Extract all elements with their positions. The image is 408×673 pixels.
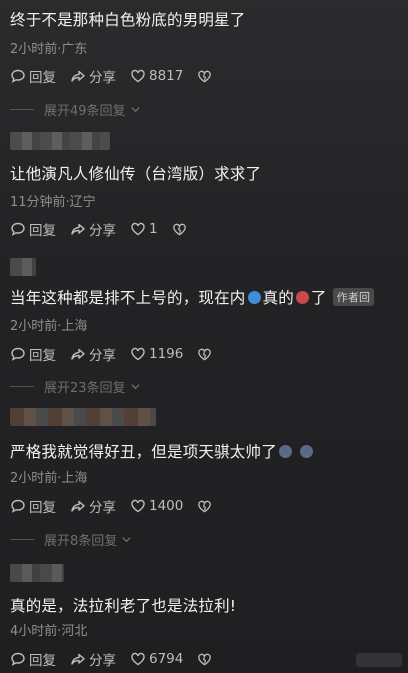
dislike-button[interactable] xyxy=(197,652,215,667)
divider-line xyxy=(10,386,34,387)
dislike-button[interactable] xyxy=(197,499,215,514)
comment-text-part: 真的 xyxy=(262,289,294,307)
heart-icon xyxy=(131,652,145,666)
fish-emoji-icon xyxy=(247,291,261,304)
watermark-logo xyxy=(356,653,402,667)
broken-heart-icon xyxy=(198,348,212,360)
share-button[interactable]: 分享 xyxy=(70,496,116,516)
comment-text-part: 了 xyxy=(310,289,327,307)
chevron-down-icon xyxy=(130,107,140,113)
share-label: 分享 xyxy=(89,653,116,669)
share-arrow-icon xyxy=(71,223,85,235)
like-count: 6794 xyxy=(149,651,184,667)
like-count: 1400 xyxy=(149,498,184,514)
expand-replies-button[interactable]: 展开23条回复 xyxy=(10,377,141,396)
comment-text-part: 严格我就觉得好丑，但是项天骐太帅了 xyxy=(10,443,277,461)
comment-actions: 回复 分享 8817 xyxy=(10,66,229,86)
username-blurred[interactable] xyxy=(10,408,156,426)
share-arrow-icon xyxy=(71,500,85,512)
author-replied-badge: 作者回 xyxy=(332,288,375,306)
reply-button[interactable]: 回复 xyxy=(10,344,56,364)
comment-text-with-emoji: 当年这种都是排不上号的，现在内 真的了作者回 xyxy=(10,286,375,308)
broken-heart-icon xyxy=(198,653,212,665)
comment-actions: 回复 分享 6794 xyxy=(10,649,229,669)
comment-actions: 回复 分享 1196 xyxy=(10,344,229,364)
reply-bubble-icon xyxy=(11,69,25,83)
share-button[interactable]: 分享 xyxy=(70,66,116,86)
emoji-icon xyxy=(278,445,292,458)
comment-time-location: 11分钟前·辽宁 xyxy=(10,195,96,210)
share-label: 分享 xyxy=(89,500,116,516)
like-button[interactable]: 1196 xyxy=(130,346,183,362)
broken-heart-icon xyxy=(172,223,186,235)
username-blurred[interactable] xyxy=(10,258,36,276)
heart-icon xyxy=(131,347,145,361)
share-arrow-icon xyxy=(71,348,85,360)
comment-actions: 回复 分享 1 xyxy=(10,219,204,239)
dislike-button[interactable] xyxy=(197,347,215,362)
heart-icon xyxy=(131,222,145,236)
like-count: 1 xyxy=(149,221,158,237)
share-label: 分享 xyxy=(89,70,116,86)
reply-label: 回复 xyxy=(29,653,56,669)
reply-label: 回复 xyxy=(29,223,56,239)
like-button[interactable]: 1400 xyxy=(130,498,183,514)
divider-line xyxy=(10,539,34,540)
emoji-icon xyxy=(299,445,313,458)
like-count: 8817 xyxy=(149,68,184,84)
reply-button[interactable]: 回复 xyxy=(10,219,56,239)
expand-replies-button[interactable]: 展开8条回复 xyxy=(10,530,132,549)
share-label: 分享 xyxy=(89,223,116,239)
username-blurred[interactable] xyxy=(10,132,110,150)
share-button[interactable]: 分享 xyxy=(70,344,116,364)
comment-actions: 回复 分享 1400 xyxy=(10,496,229,516)
like-button[interactable]: 8817 xyxy=(130,68,183,84)
reply-bubble-icon xyxy=(11,222,25,236)
share-button[interactable]: 分享 xyxy=(70,219,116,239)
reply-label: 回复 xyxy=(29,500,56,516)
reply-label: 回复 xyxy=(29,70,56,86)
comment-time-location: 2小时前·上海 xyxy=(10,471,88,486)
reply-button[interactable]: 回复 xyxy=(10,649,56,669)
comment-time-location: 2小时前·广东 xyxy=(10,42,88,57)
reply-bubble-icon xyxy=(11,347,25,361)
expand-replies-label: 展开8条回复 xyxy=(44,534,118,549)
comment-list: 终于不是那种白色粉底的男明星了 2小时前·广东 回复 分享 8817 展开49条… xyxy=(0,0,408,673)
reply-button[interactable]: 回复 xyxy=(10,496,56,516)
expand-replies-label: 展开49条回复 xyxy=(44,104,126,119)
comment-time-location: 2小时前·上海 xyxy=(10,319,88,334)
broken-heart-icon xyxy=(198,500,212,512)
share-arrow-icon xyxy=(71,653,85,665)
share-label: 分享 xyxy=(89,348,116,364)
like-button[interactable]: 6794 xyxy=(130,651,183,667)
expand-replies-label: 展开23条回复 xyxy=(44,381,126,396)
username-blurred[interactable] xyxy=(10,564,64,582)
chevron-down-icon xyxy=(130,384,140,390)
broken-heart-icon xyxy=(198,70,212,82)
share-button[interactable]: 分享 xyxy=(70,649,116,669)
comment-text: 终于不是那种白色粉底的男明星了 xyxy=(10,11,246,29)
reply-label: 回复 xyxy=(29,348,56,364)
reply-button[interactable]: 回复 xyxy=(10,66,56,86)
dislike-button[interactable] xyxy=(172,222,190,237)
reply-bubble-icon xyxy=(11,652,25,666)
heart-icon xyxy=(131,499,145,513)
reply-bubble-icon xyxy=(11,499,25,513)
comment-text-part: 当年这种都是排不上号的，现在内 xyxy=(10,289,246,307)
dislike-button[interactable] xyxy=(197,69,215,84)
heart-icon xyxy=(131,69,145,83)
comment-text: 让他演凡人修仙传（台湾版）求求了 xyxy=(10,165,262,183)
divider-line xyxy=(10,109,34,110)
comment-text: 真的是，法拉利老了也是法拉利! xyxy=(10,597,237,615)
share-arrow-icon xyxy=(71,70,85,82)
comment-text-with-emoji: 严格我就觉得好丑，但是项天骐太帅了 xyxy=(10,440,315,462)
like-count: 1196 xyxy=(149,346,184,362)
expand-replies-button[interactable]: 展开49条回复 xyxy=(10,100,141,119)
red-emoji-icon xyxy=(295,291,309,304)
like-button[interactable]: 1 xyxy=(130,221,158,237)
comment-time-location: 4小时前·河北 xyxy=(10,624,88,639)
chevron-down-icon xyxy=(122,537,131,543)
